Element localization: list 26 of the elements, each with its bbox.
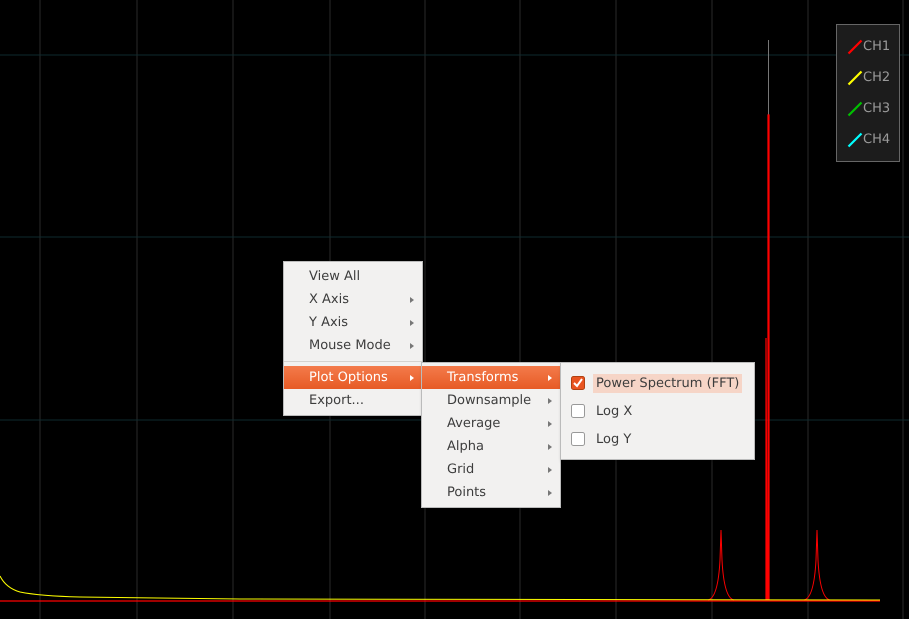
menu-item[interactable]: Downsample [422,389,560,412]
menu-item[interactable]: X Axis [284,288,422,311]
checkbox[interactable] [571,432,585,446]
submenu-arrow-icon [548,444,552,450]
menu-item[interactable]: Grid [422,458,560,481]
channel-label: CH2 [863,70,890,85]
channel-label: CH4 [863,132,890,147]
menu-item[interactable]: Mouse Mode [284,334,422,357]
menu-item[interactable]: Log X [593,402,636,420]
menu-item[interactable]: Export... [284,389,422,412]
checkbox[interactable] [571,376,585,390]
menu-item[interactable]: Y Axis [284,311,422,334]
menu-item[interactable]: Points [422,481,560,504]
submenu-arrow-icon [548,398,552,404]
submenu-arrow-icon [548,466,552,472]
channel-label: CH3 [863,101,890,116]
menu-item[interactable]: Log Y [593,430,634,448]
menu-item[interactable]: Power Spectrum (FFT) [593,374,742,392]
channel-label: CH1 [863,39,890,54]
submenu-arrow-icon [548,374,552,380]
submenu-arrow-icon [548,420,552,426]
menu-item[interactable]: Alpha [422,435,560,458]
menu-item[interactable]: Average [422,412,560,435]
menu-item[interactable]: View All [284,265,422,288]
checkbox[interactable] [571,404,585,418]
submenu-arrow-icon [548,490,552,496]
